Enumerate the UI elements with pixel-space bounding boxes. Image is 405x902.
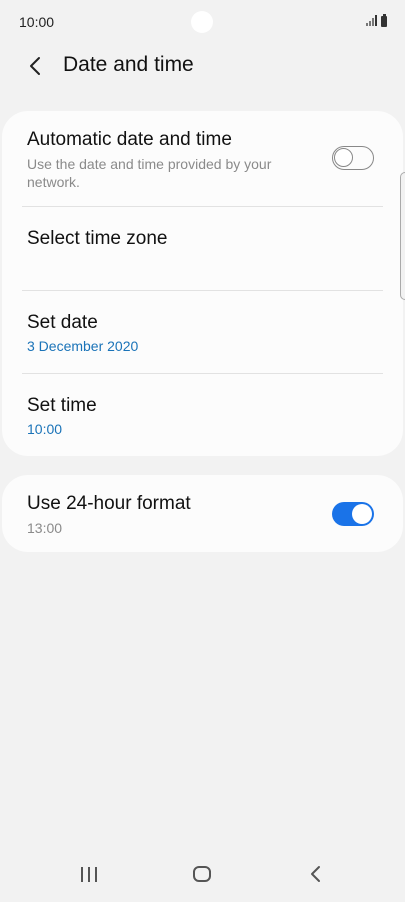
set-date-title: Set date	[27, 312, 98, 333]
toggle-knob	[352, 504, 372, 524]
use-24-hour-format-toggle[interactable]	[332, 502, 374, 526]
navigation-bar	[0, 848, 405, 902]
screen: 10:00 Date and time Automatic date and t…	[0, 0, 405, 902]
recents-icon	[81, 866, 97, 882]
status-bar: 10:00	[0, 0, 405, 44]
recents-button[interactable]	[71, 859, 107, 889]
back-button[interactable]	[20, 50, 52, 82]
scrollbar[interactable]	[400, 172, 405, 300]
home-button[interactable]	[184, 859, 220, 889]
status-time: 10:00	[19, 14, 55, 30]
use-24-hour-format-value: 13:00	[27, 520, 63, 536]
back-icon	[311, 866, 320, 882]
automatic-date-time-toggle[interactable]	[332, 146, 374, 170]
home-icon	[193, 866, 211, 882]
signal-icon	[366, 15, 378, 27]
set-time-value: 10:00	[27, 421, 63, 437]
automatic-date-time-description-line1: Use the date and time provided by your	[27, 156, 272, 172]
use-24-hour-format-title: Use 24-hour format	[27, 493, 191, 514]
battery-icon	[381, 14, 387, 27]
select-time-zone-row[interactable]: Select time zone	[2, 207, 403, 290]
use-24-hour-format-row[interactable]: Use 24-hour format 13:00	[2, 475, 403, 552]
back-arrow-icon	[30, 57, 40, 75]
automatic-date-time-description-line2: network.	[27, 174, 80, 190]
set-time-row[interactable]: Set time 10:00	[2, 374, 403, 456]
status-icons	[366, 14, 387, 27]
set-date-row[interactable]: Set date 3 December 2020	[2, 291, 403, 373]
page-title: Date and time	[63, 53, 194, 76]
set-time-title: Set time	[27, 395, 97, 416]
header: Date and time	[0, 44, 405, 88]
nav-back-button[interactable]	[298, 859, 334, 889]
format-settings-card: Use 24-hour format 13:00	[2, 475, 403, 552]
date-time-settings-card: Automatic date and time Use the date and…	[2, 111, 403, 456]
automatic-date-time-title: Automatic date and time	[27, 129, 232, 150]
automatic-date-time-row[interactable]: Automatic date and time Use the date and…	[2, 111, 403, 206]
set-date-value: 3 December 2020	[27, 338, 139, 354]
camera-hole	[191, 11, 213, 33]
select-time-zone-title: Select time zone	[27, 228, 168, 249]
toggle-knob	[334, 148, 353, 167]
